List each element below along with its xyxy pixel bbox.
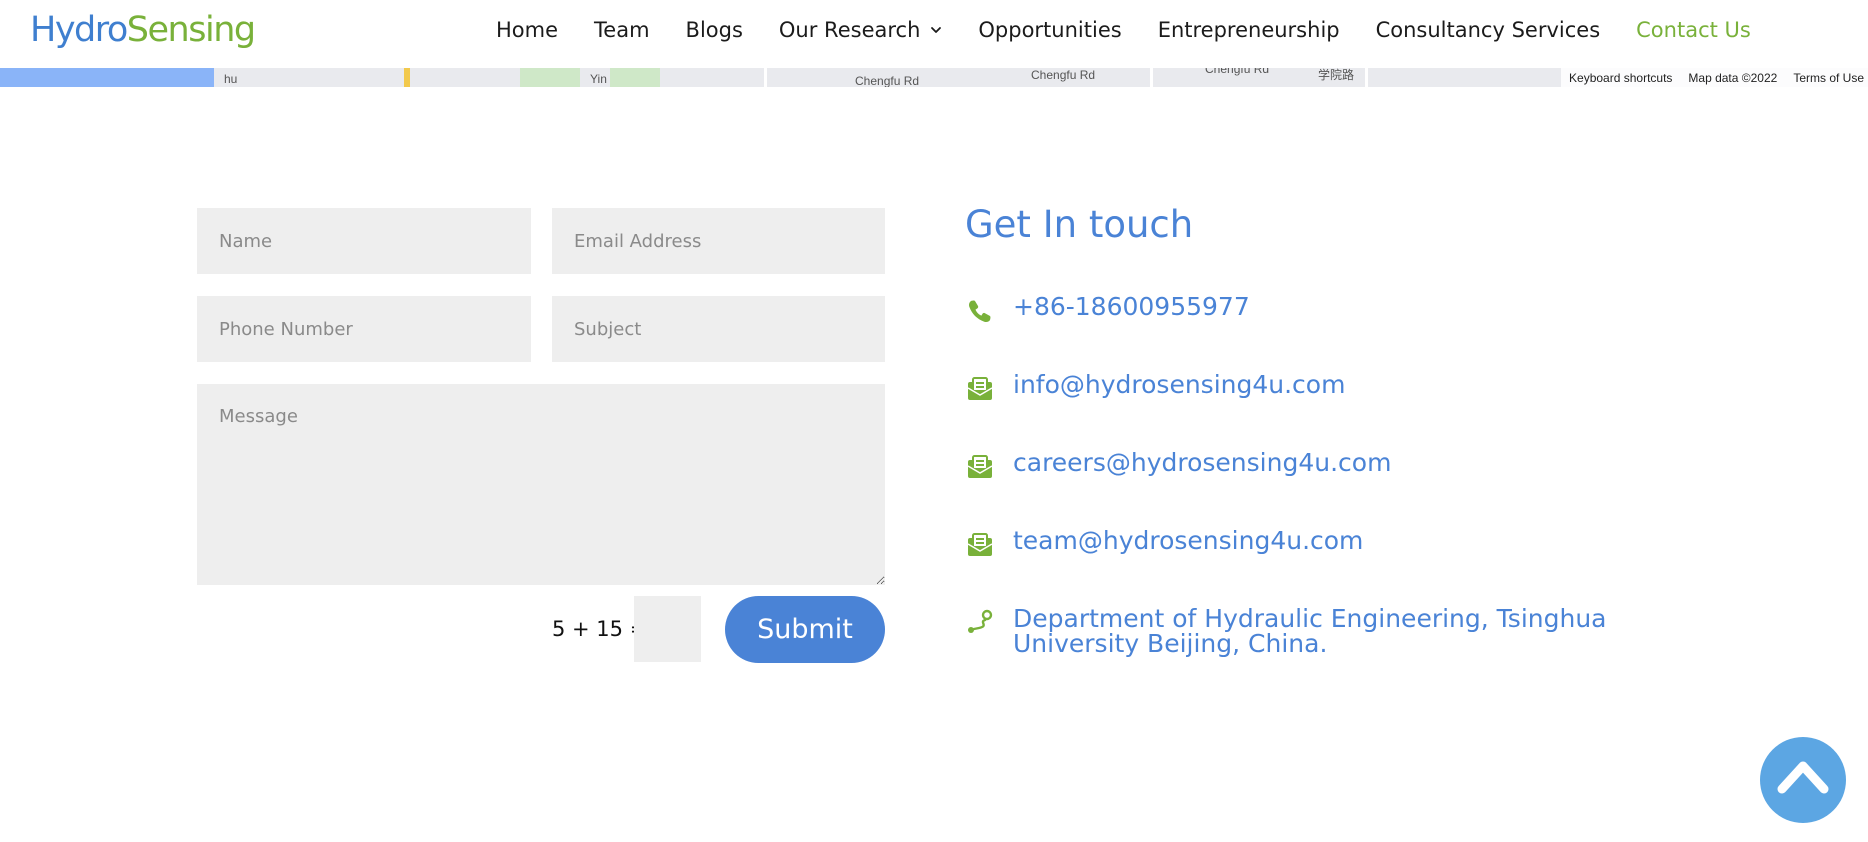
map-road-label: Chengfu Rd xyxy=(1031,68,1096,82)
subject-field[interactable] xyxy=(552,296,885,362)
contact-address-text: Department of Hydraulic Engineering, Tsi… xyxy=(1013,604,1607,658)
chevron-down-icon[interactable] xyxy=(930,24,942,36)
nav-contact-us-label: Contact Us xyxy=(1636,18,1751,42)
nav-blogs[interactable]: Blogs xyxy=(686,18,743,42)
contact-email-team: team@hydrosensing4u.com xyxy=(965,528,1363,560)
nav-team[interactable]: Team xyxy=(594,18,650,42)
map-road-label: Yin xyxy=(590,72,607,86)
nav-consultancy-services-label: Consultancy Services xyxy=(1375,18,1601,42)
nav-contact-us[interactable]: Contact Us xyxy=(1636,18,1751,42)
nav-home[interactable]: Home xyxy=(496,18,558,42)
map-road xyxy=(1365,68,1368,87)
map-park-area xyxy=(610,68,660,87)
captcha-answer-field[interactable] xyxy=(634,596,701,662)
contact-email-info: info@hydrosensing4u.com xyxy=(965,372,1345,404)
map-data-text: Map data ©2022 xyxy=(1688,70,1778,85)
scroll-to-top-button[interactable] xyxy=(1760,737,1846,823)
map-road-label: Chengfu Rd xyxy=(1205,68,1270,76)
location-route-icon xyxy=(968,609,993,633)
chevron-up-icon xyxy=(1777,761,1829,794)
map-road xyxy=(764,68,767,87)
nav-team-label: Team xyxy=(594,18,650,42)
site-header: HydroSensing Home Team Blogs Our Researc… xyxy=(0,0,1868,68)
nav-consultancy-services[interactable]: Consultancy Services xyxy=(1376,18,1601,42)
email-icon xyxy=(967,377,993,400)
nav-opportunities-label: Opportunities xyxy=(978,18,1122,42)
email-field[interactable] xyxy=(552,208,885,274)
map-road xyxy=(1150,68,1153,87)
contact-email-link[interactable]: careers@hydrosensing4u.com xyxy=(1013,450,1391,475)
nav-home-label: Home xyxy=(496,18,559,42)
email-icon xyxy=(967,533,993,556)
map-road-label: 学院路 xyxy=(1318,68,1355,82)
map-road-label: Chengfu Rd xyxy=(855,74,920,87)
nav-entrepreneurship[interactable]: Entrepreneurship xyxy=(1158,18,1340,42)
name-field[interactable] xyxy=(197,208,531,274)
phone-field[interactable] xyxy=(197,296,531,362)
map-road xyxy=(404,68,410,87)
nav-blogs-label: Blogs xyxy=(685,18,743,42)
map-park-area xyxy=(520,68,580,87)
contact-email-link[interactable]: info@hydrosensing4u.com xyxy=(1013,372,1345,397)
map-road-label: hu xyxy=(224,72,238,86)
nav-opportunities[interactable]: Opportunities xyxy=(978,18,1121,42)
contact-phone-link[interactable]: +86-18600955977 xyxy=(1013,294,1250,319)
map-water-area xyxy=(0,68,214,87)
submit-button[interactable]: Submit xyxy=(725,596,885,663)
contact-email-careers: careers@hydrosensing4u.com xyxy=(965,450,1391,482)
contact-title: Get In touch xyxy=(965,203,1194,246)
phone-icon xyxy=(969,300,991,323)
email-icon xyxy=(967,455,993,478)
contact-email-link[interactable]: team@hydrosensing4u.com xyxy=(1013,528,1363,553)
embedded-map[interactable]: hu Yin Chengfu Rd Chengfu Rd Chengfu Rd … xyxy=(0,68,1868,87)
message-field[interactable] xyxy=(197,384,885,585)
contact-phone: +86-18600955977 xyxy=(965,294,1250,326)
nav-entrepreneurship-label: Entrepreneurship xyxy=(1157,18,1340,42)
map-attribution: Keyboard shortcuts Map data ©2022 Terms … xyxy=(1561,68,1868,87)
map-keyboard-shortcuts-link[interactable]: Keyboard shortcuts xyxy=(1569,71,1672,85)
site-logo[interactable]: HydroSensing xyxy=(30,10,256,50)
contact-address: Department of Hydraulic Engineering, Tsi… xyxy=(965,606,1613,656)
nav-our-research-label: Our Research xyxy=(778,18,921,42)
map-terms-link[interactable]: Terms of Use xyxy=(1793,71,1864,85)
logo-text-hydro: Hydro xyxy=(30,10,128,50)
logo-text-sensing: Sensing xyxy=(126,10,256,50)
main-nav: Home Team Blogs Our Research Opportuniti… xyxy=(496,18,1751,42)
nav-our-research[interactable]: Our Research xyxy=(779,18,942,42)
